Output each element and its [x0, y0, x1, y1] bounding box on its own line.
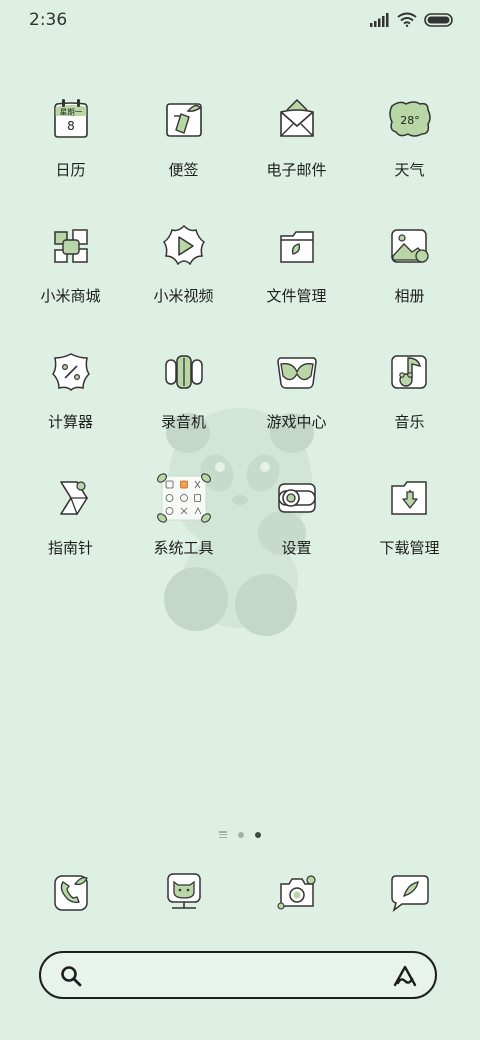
- assistant-icon[interactable]: [392, 963, 418, 989]
- camera-icon: [273, 868, 321, 916]
- dock-messages[interactable]: [353, 868, 466, 916]
- app-downloads[interactable]: 下载管理: [353, 468, 466, 594]
- app-label: 游戏中心: [266, 413, 327, 431]
- folder-icon: [156, 470, 212, 526]
- status-bar: 2:36: [0, 0, 480, 40]
- page-dot-active[interactable]: [255, 831, 261, 838]
- battery-icon: [424, 12, 453, 27]
- app-gallery[interactable]: 相册: [353, 216, 466, 342]
- app-calculator[interactable]: 计算器: [14, 342, 127, 468]
- app-email[interactable]: 电子邮件: [240, 90, 353, 216]
- calendar-icon: 星期一 8: [47, 96, 95, 144]
- downloads-icon: [386, 474, 434, 522]
- signal-icon: [370, 12, 389, 27]
- recorder-icon: [160, 348, 208, 396]
- gallery-icon: [386, 222, 434, 270]
- app-weather[interactable]: 28° 天气: [353, 90, 466, 216]
- app-grid: 星期一 8 日历 便签 电子邮件 28° 天气 小米商城 小米视频 文件管理 相…: [14, 90, 466, 594]
- compass-icon: [47, 474, 95, 522]
- calendar-weekday: 星期一: [59, 108, 82, 117]
- music-icon: [386, 348, 434, 396]
- app-notes[interactable]: 便签: [127, 90, 240, 216]
- app-mi-video[interactable]: 小米视频: [127, 216, 240, 342]
- weather-icon: 28°: [386, 96, 434, 144]
- app-label: 录音机: [160, 413, 206, 431]
- app-label: 指南针: [47, 539, 93, 557]
- email-icon: [273, 96, 321, 144]
- app-label: 设置: [281, 539, 312, 557]
- app-compass[interactable]: 指南针: [14, 468, 127, 594]
- search-bar[interactable]: [39, 951, 437, 999]
- app-file-manager[interactable]: 文件管理: [240, 216, 353, 342]
- wifi-icon: [397, 12, 417, 27]
- app-label: 天气: [394, 161, 425, 179]
- calculator-icon: [47, 348, 95, 396]
- app-label: 日历: [55, 161, 86, 179]
- phone-icon: [47, 868, 95, 916]
- game-center-icon: [273, 348, 321, 396]
- app-recorder[interactable]: 录音机: [127, 342, 240, 468]
- page-indicator-list-icon[interactable]: [219, 831, 227, 838]
- app-mi-store[interactable]: 小米商城: [14, 216, 127, 342]
- notes-icon: [160, 96, 208, 144]
- app-label: 电子邮件: [266, 161, 327, 179]
- dock: [14, 868, 466, 916]
- weather-temp: 28°: [400, 114, 420, 127]
- app-calendar[interactable]: 星期一 8 日历: [14, 90, 127, 216]
- app-label: 计算器: [47, 413, 93, 431]
- mi-video-icon: [160, 222, 208, 270]
- app-game-center[interactable]: 游戏中心: [240, 342, 353, 468]
- app-settings[interactable]: 设置: [240, 468, 353, 594]
- app-label: 相册: [394, 287, 425, 305]
- search-icon[interactable]: [59, 964, 83, 988]
- page-indicator: [0, 831, 480, 838]
- app-label: 下载管理: [379, 539, 440, 557]
- app-label: 小米商城: [40, 287, 101, 305]
- dock-webcam[interactable]: [127, 868, 240, 916]
- messages-icon: [386, 868, 434, 916]
- dock-camera[interactable]: [240, 868, 353, 916]
- mi-store-icon: [47, 222, 95, 270]
- page-dot[interactable]: [238, 831, 244, 838]
- file-manager-icon: [273, 222, 321, 270]
- settings-icon: [273, 474, 321, 522]
- app-label: 文件管理: [266, 287, 327, 305]
- status-time: 2:36: [29, 10, 68, 30]
- app-label: 便签: [168, 161, 199, 179]
- app-folder-system-tools[interactable]: 系统工具: [127, 468, 240, 594]
- status-icons: [370, 12, 454, 27]
- app-label: 音乐: [394, 413, 425, 431]
- app-label: 小米视频: [153, 287, 214, 305]
- webcam-icon: [160, 868, 208, 916]
- app-label: 系统工具: [153, 539, 214, 557]
- app-music[interactable]: 音乐: [353, 342, 466, 468]
- calendar-day: 8: [67, 119, 75, 133]
- dock-phone[interactable]: [14, 868, 127, 916]
